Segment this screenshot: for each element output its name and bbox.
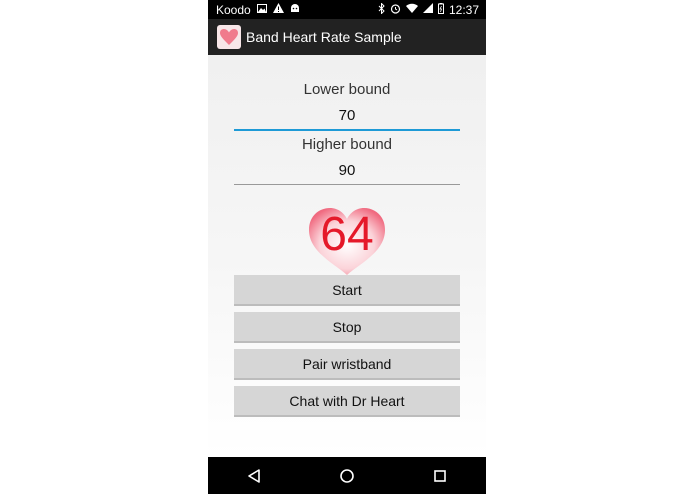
bluetooth-icon — [378, 1, 385, 17]
back-icon[interactable] — [234, 461, 274, 491]
wifi-icon — [405, 3, 418, 16]
app-title: Band Heart Rate Sample — [246, 29, 402, 45]
heart-app-icon — [217, 25, 241, 49]
signal-icon — [422, 3, 433, 16]
main-content: Lower bound 70 Higher bound 90 64 Start … — [208, 55, 486, 457]
higher-bound-label: Higher bound — [301, 136, 393, 153]
carrier-name: Koodo — [216, 2, 251, 17]
status-bar: Koodo 12:37 — [208, 0, 486, 19]
warning-icon — [272, 3, 284, 16]
navigation-bar — [208, 457, 486, 494]
android-icon — [290, 3, 300, 16]
home-icon[interactable] — [327, 461, 367, 491]
phone-screen: Koodo 12:37 Band Heart Rate Sample Lower… — [208, 0, 486, 494]
pair-wristband-button[interactable]: Pair wristband — [234, 349, 460, 380]
higher-bound-input[interactable]: 90 — [234, 162, 460, 185]
start-button[interactable]: Start — [234, 275, 460, 306]
lower-bound-label: Lower bound — [303, 81, 391, 98]
alarm-icon — [390, 3, 401, 17]
action-bar: Band Heart Rate Sample — [208, 19, 486, 55]
stop-button[interactable]: Stop — [234, 312, 460, 343]
lower-bound-input[interactable]: 70 — [234, 107, 460, 131]
clock: 12:37 — [448, 2, 479, 17]
battery-icon — [437, 2, 444, 17]
heart-rate-value: 64 — [320, 208, 374, 261]
heart-rate-display: 64 — [305, 204, 389, 276]
image-icon — [256, 3, 267, 16]
recents-icon[interactable] — [420, 461, 460, 491]
chat-button[interactable]: Chat with Dr Heart — [234, 386, 460, 417]
